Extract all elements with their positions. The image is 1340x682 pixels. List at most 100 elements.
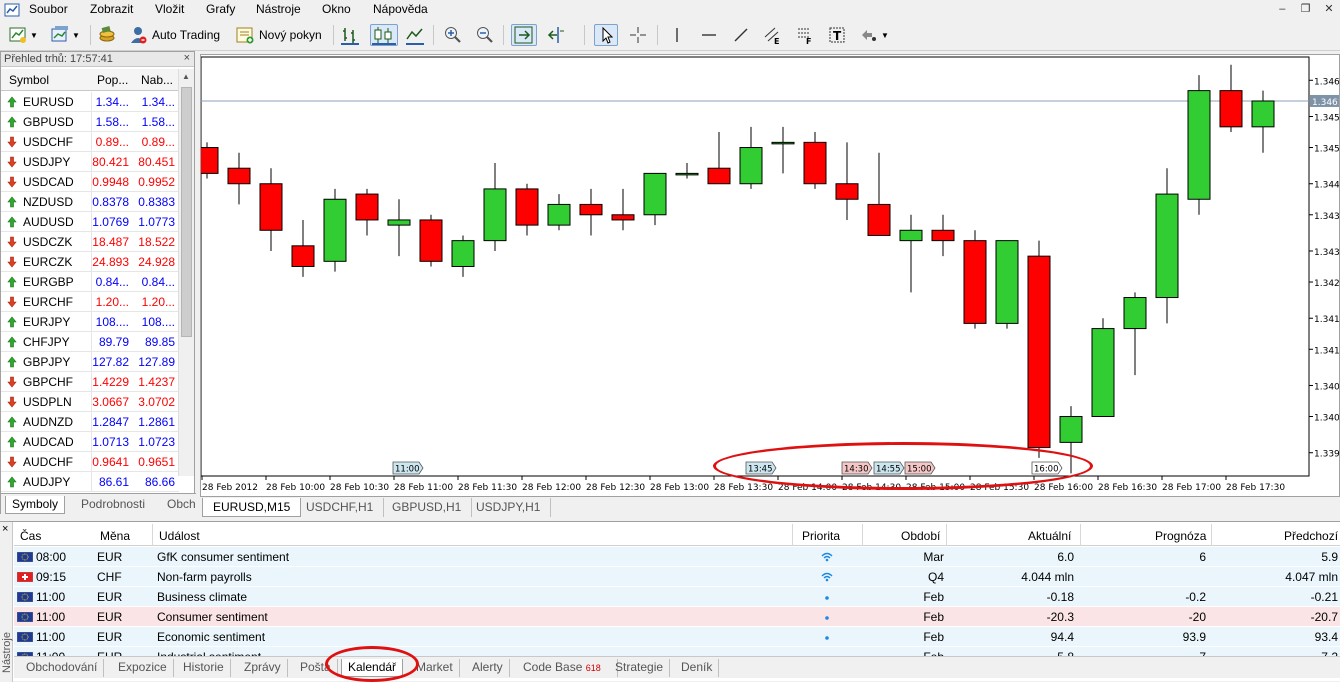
list-item[interactable]: EURCZK 24.893 24.928 [1, 252, 179, 272]
close-icon[interactable]: × [184, 52, 190, 64]
candlestick-chart-button[interactable] [370, 24, 398, 46]
list-item[interactable]: GBPCHF 1.4229 1.4237 [1, 372, 179, 392]
new-order-button[interactable]: Nový pokyn [235, 24, 322, 46]
auto-scroll-button[interactable] [511, 24, 537, 46]
table-row[interactable]: 08:00 EUR GfK consumer sentiment Mar 6.0 6 5.9 [14, 547, 1340, 567]
tab-symbols[interactable]: Symboly [5, 496, 66, 514]
menu-insert[interactable]: Vložit [155, 2, 184, 16]
arrow-down-icon [7, 376, 17, 388]
table-row[interactable]: 09:15 CHF Non-farm payrolls Q4 4.044 mln 4.04… [14, 567, 1340, 587]
new-chart-button[interactable]: ▼ [8, 24, 38, 46]
column-header-event[interactable]: Událost [159, 529, 200, 543]
chart-tab-eurusd[interactable]: EURUSD,M15 [202, 498, 302, 517]
economic-event-marker[interactable]: 11:00 [392, 461, 424, 475]
column-header-symbol[interactable]: Symbol [9, 73, 49, 87]
list-item[interactable]: EURUSD 1.34... 1.34... [1, 92, 179, 112]
list-item[interactable]: GBPUSD 1.58... 1.58... [1, 112, 179, 132]
list-item[interactable]: USDCZK 18.487 18.522 [1, 232, 179, 252]
trendline-button[interactable] [731, 24, 751, 46]
chart-tab-gbpusd[interactable]: GBPUSD,H1 [382, 498, 473, 517]
list-item[interactable]: AUDNZD 1.2847 1.2861 [1, 412, 179, 432]
text-button[interactable]: T [827, 24, 847, 46]
menu-window[interactable]: Okno [322, 2, 351, 16]
list-item[interactable]: USDCHF 0.89... 0.89... [1, 132, 179, 152]
ask-price: 108.... [141, 315, 175, 329]
list-item[interactable]: AUDCHF 0.9641 0.9651 [1, 452, 179, 472]
auto-trading-button[interactable]: Auto Trading [128, 24, 220, 46]
list-item[interactable]: USDJPY 80.421 80.451 [1, 152, 179, 172]
column-header-ask[interactable]: Nab... [141, 73, 173, 87]
candle-bull [739, 147, 763, 185]
column-header-priority[interactable]: Priorita [802, 529, 840, 543]
tab-history[interactable]: Historie [177, 659, 231, 677]
table-row[interactable]: 11:00 EUR Economic sentiment Feb 94.4 93.9 93.… [14, 627, 1340, 647]
bar-chart-button[interactable] [340, 24, 360, 46]
restore-icon[interactable]: ❐ [1299, 2, 1313, 16]
menu-help[interactable]: Nápověda [373, 2, 428, 16]
menu-charts[interactable]: Grafy [206, 2, 235, 16]
menu-tools[interactable]: Nástroje [256, 2, 301, 16]
list-item[interactable]: AUDUSD 1.0769 1.0773 [1, 212, 179, 232]
line-chart-button[interactable] [405, 24, 425, 46]
chart-window[interactable]: 1.3465 1.3458 1.3452 1.3445 1.3439 1.3432 1.34… [200, 54, 1340, 497]
list-item[interactable]: USDPLN 3.0667 3.0702 [1, 392, 179, 412]
menu-view[interactable]: Zobrazit [90, 2, 133, 16]
table-row[interactable]: 11:00 EUR Business climate Feb -0.18 -0.2 -0.2… [14, 587, 1340, 607]
equidistant-channel-button[interactable]: E [763, 24, 783, 46]
list-item[interactable]: CHFJPY 89.79 89.85 [1, 332, 179, 352]
close-icon[interactable]: ✕ [1322, 2, 1336, 16]
list-item[interactable]: AUDCAD 1.0713 1.0723 [1, 432, 179, 452]
crosshair-button[interactable] [628, 24, 648, 46]
chart-tab-usdjpy[interactable]: USDJPY,H1 [466, 498, 552, 517]
bid-price: 0.84... [95, 275, 129, 289]
tab-strategies[interactable]: Strategie [609, 659, 671, 677]
list-item[interactable]: EURGBP 0.84... 0.84... [1, 272, 179, 292]
tab-trading[interactable]: Obch [161, 496, 202, 514]
zoom-out-button[interactable] [475, 24, 495, 46]
arrow-up-icon [7, 316, 17, 328]
arrow-down-icon [7, 136, 17, 148]
chart-tab-usdchf[interactable]: USDCHF,H1 [296, 498, 385, 517]
chart-shift-button[interactable] [546, 24, 566, 46]
list-item[interactable]: NZDUSD 0.8378 0.8383 [1, 192, 179, 212]
column-header-time[interactable]: Čas [20, 529, 41, 543]
horizontal-line-button[interactable] [699, 24, 719, 46]
tab-exposure[interactable]: Expozice [112, 659, 174, 677]
close-icon[interactable]: × [2, 523, 8, 535]
column-header-previous[interactable]: Předchozí [1284, 529, 1338, 543]
zoom-in-button[interactable] [443, 24, 463, 46]
candlestick-chart[interactable]: 1.3465 1.3458 1.3452 1.3445 1.3439 1.3432 1.34… [201, 55, 1339, 496]
list-item[interactable]: AUDJPY 86.61 86.66 [1, 472, 179, 492]
column-header-bid[interactable]: Pop... [97, 73, 128, 87]
market-watch-scrollbar[interactable]: ▲ [178, 69, 194, 476]
market-watch-button[interactable] [97, 24, 117, 46]
list-item[interactable]: GBPJPY 127.82 127.89 [1, 352, 179, 372]
list-item[interactable]: USDCAD 0.9948 0.9952 [1, 172, 179, 192]
list-item[interactable]: EURCHF 1.20... 1.20... [1, 292, 179, 312]
column-header-currency[interactable]: Měna [100, 529, 130, 543]
svg-text:T: T [833, 29, 842, 43]
tab-trade[interactable]: Obchodování [20, 659, 105, 677]
table-row[interactable]: 11:00 EUR Consumer sentiment Feb -20.3 -20 -20… [14, 607, 1340, 627]
tab-code-base[interactable]: Code Base 618 [517, 659, 618, 677]
dropdown-arrow-icon: ▼ [881, 30, 889, 40]
tab-details[interactable]: Podrobnosti [75, 496, 151, 514]
tab-alerts[interactable]: Alerty [466, 659, 510, 677]
candle-bull [483, 188, 507, 242]
cursor-button[interactable] [594, 24, 618, 46]
column-header-actual[interactable]: Aktuální [1028, 529, 1071, 543]
tab-news[interactable]: Zprávy [238, 659, 288, 677]
tab-journal[interactable]: Deník [675, 659, 720, 677]
profiles-button[interactable]: ▼ [50, 24, 80, 46]
column-header-period[interactable]: Období [901, 529, 940, 543]
column-header-forecast[interactable]: Prognóza [1155, 529, 1206, 543]
menu-file[interactable]: Soubor [29, 2, 68, 16]
toolbox-label: Nástroje [1, 632, 13, 673]
arrows-button[interactable]: ▼ [859, 24, 889, 46]
fibonacci-button[interactable]: F [795, 24, 815, 46]
minimize-icon[interactable]: – [1275, 2, 1289, 16]
list-item[interactable]: EURJPY 108.... 108.... [1, 312, 179, 332]
scrollbar-thumb[interactable] [181, 87, 192, 337]
scroll-up-icon[interactable]: ▲ [182, 72, 190, 81]
vertical-line-button[interactable] [667, 24, 687, 46]
